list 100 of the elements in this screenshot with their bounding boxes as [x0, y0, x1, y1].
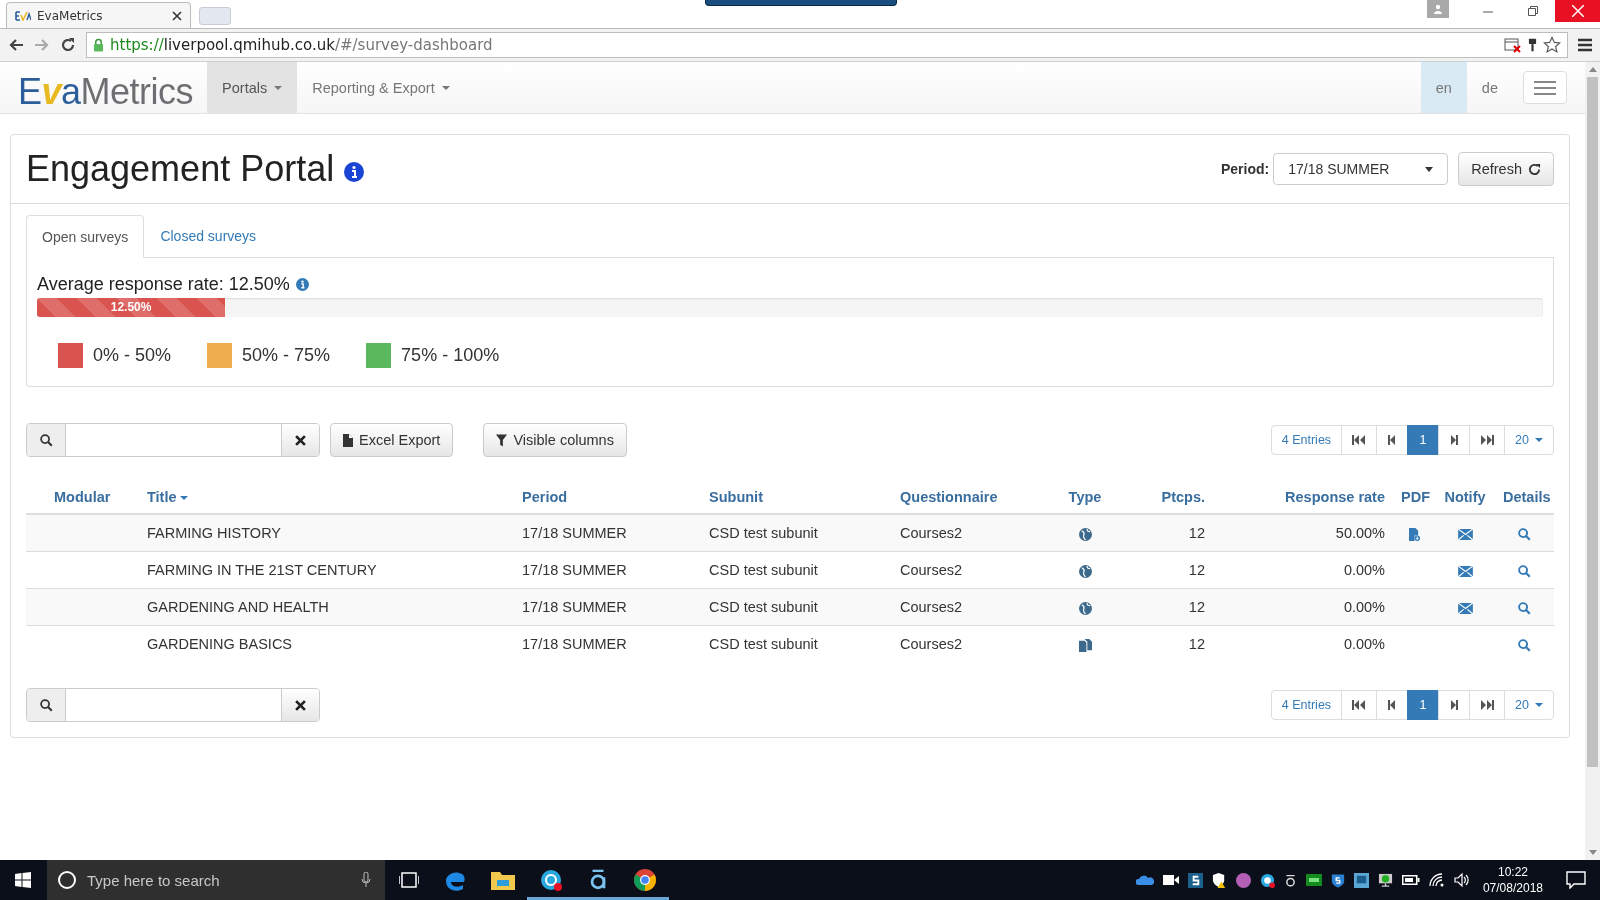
- menu-button[interactable]: [1523, 71, 1567, 104]
- shield-tray-icon[interactable]: [1330, 872, 1345, 888]
- column-header[interactable]: PDF: [1401, 489, 1430, 505]
- wifi-icon[interactable]: [1428, 873, 1445, 887]
- sort-caret-icon[interactable]: [179, 496, 188, 501]
- address-bar[interactable]: https://liverpool.qmihub.co.uk/#/survey-dashboard: [86, 32, 1568, 58]
- app-badge-icon[interactable]: [1305, 874, 1322, 886]
- clock-date[interactable]: 07/08/2018: [1482, 880, 1543, 896]
- pdf-download-icon[interactable]: [1408, 527, 1420, 541]
- search-icon[interactable]: [1518, 564, 1531, 578]
- taskbar-search-field[interactable]: Type here to search: [47, 860, 385, 900]
- notifications-icon[interactable]: [1566, 871, 1586, 889]
- column-header[interactable]: Questionnaire: [900, 489, 998, 505]
- table-cell: 50.00%: [1335, 525, 1385, 541]
- volume-icon[interactable]: [1453, 873, 1470, 887]
- cloud-icon[interactable]: [1135, 875, 1154, 885]
- table-cell: GARDENING BASICS: [147, 636, 293, 652]
- column-header[interactable]: Subunit: [709, 489, 763, 505]
- table-cell: CSD test subunit: [709, 599, 818, 615]
- close-button[interactable]: [1555, 0, 1600, 22]
- survey-tab[interactable]: Closed surveys: [144, 215, 273, 257]
- close-tab-icon[interactable]: [172, 10, 182, 21]
- camera-icon[interactable]: [1162, 875, 1179, 885]
- refresh-button[interactable]: Refresh: [1458, 152, 1554, 186]
- network-status-icon[interactable]: [1377, 872, 1393, 888]
- logo[interactable]: EvaMetrics: [0, 62, 208, 113]
- avatar-icon[interactable]: [1235, 872, 1251, 888]
- menu-icon[interactable]: [1578, 38, 1592, 52]
- search-icon[interactable]: [1518, 527, 1531, 541]
- first-page-icon: [1352, 435, 1367, 445]
- column-header[interactable]: Details: [1503, 489, 1551, 505]
- refresh-icon: [1528, 162, 1541, 176]
- first-page-button[interactable]: [1341, 690, 1378, 720]
- clear-button[interactable]: [281, 689, 319, 721]
- excel-export-button[interactable]: Excel Export: [330, 423, 454, 457]
- scroll-down-icon[interactable]: [1588, 850, 1597, 855]
- nav-menu[interactable]: Portals: [207, 62, 298, 113]
- windows-start-icon[interactable]: [15, 872, 31, 888]
- page-button[interactable]: 1: [1407, 425, 1440, 455]
- page-size-dropdown[interactable]: 20: [1504, 425, 1554, 455]
- column-header[interactable]: Title: [147, 489, 177, 505]
- menu-icon: [1534, 80, 1556, 95]
- microphone-icon[interactable]: [361, 872, 371, 888]
- previous-page-button[interactable]: [1376, 425, 1409, 455]
- last-page-button[interactable]: [1469, 690, 1506, 720]
- column-header[interactable]: Period: [522, 489, 568, 505]
- column-header[interactable]: Ptcps.: [1161, 489, 1205, 505]
- shield-warning-icon[interactable]: [1211, 872, 1227, 888]
- survey-tab[interactable]: Open surveys: [26, 215, 145, 258]
- chrome-icon[interactable]: [633, 868, 657, 892]
- envelope-icon[interactable]: [1457, 528, 1473, 540]
- browser-tab[interactable]: EvaMetrics: [6, 2, 191, 28]
- search-icon[interactable]: [1518, 601, 1531, 615]
- column-header[interactable]: Type: [1068, 489, 1102, 505]
- info-icon[interactable]: [295, 278, 309, 291]
- key-icon[interactable]: [1528, 37, 1537, 53]
- app-tray-icon[interactable]: [1187, 872, 1203, 888]
- first-page-button[interactable]: [1341, 425, 1378, 455]
- clock-time[interactable]: 10:22: [1497, 864, 1528, 880]
- search-icon[interactable]: [1518, 638, 1531, 652]
- visible-columns-button[interactable]: Visible columns: [483, 423, 627, 457]
- language-link[interactable]: en: [1420, 62, 1467, 113]
- next-page-button[interactable]: [1438, 690, 1471, 720]
- back-icon[interactable]: [8, 37, 24, 53]
- column-header[interactable]: Response rate: [1285, 489, 1385, 505]
- skype-icon[interactable]: [539, 868, 563, 892]
- nav-menu[interactable]: Reporting & Export: [297, 62, 465, 113]
- envelope-icon[interactable]: [1457, 565, 1473, 577]
- app-tray-icon[interactable]: [1283, 872, 1297, 888]
- reload-icon[interactable]: [60, 37, 76, 53]
- last-page-button[interactable]: [1469, 425, 1506, 455]
- monitor-tray-icon[interactable]: [1353, 872, 1369, 888]
- table-cell: 0.00%: [1343, 636, 1385, 652]
- battery-icon[interactable]: [1401, 875, 1420, 885]
- info-icon[interactable]: [344, 162, 365, 182]
- close-icon: [1571, 5, 1584, 17]
- page-button[interactable]: 1: [1407, 690, 1440, 720]
- task-view-icon[interactable]: [399, 872, 419, 888]
- previous-page-button[interactable]: [1376, 690, 1409, 720]
- folder-icon[interactable]: [491, 870, 515, 890]
- star-icon[interactable]: [1543, 36, 1561, 54]
- page-size-dropdown[interactable]: 20: [1504, 690, 1554, 720]
- clear-button[interactable]: [281, 424, 319, 456]
- scrollbar[interactable]: [1585, 62, 1600, 860]
- column-header[interactable]: Modular: [54, 489, 111, 505]
- skype-tray-icon[interactable]: [1259, 872, 1275, 888]
- scroll-up-icon[interactable]: [1588, 67, 1597, 72]
- last-page-icon: [1480, 700, 1495, 710]
- table-cell: CSD test subunit: [709, 636, 818, 652]
- search-field[interactable]: [26, 688, 320, 722]
- column-header[interactable]: Notify: [1444, 489, 1486, 505]
- search-field[interactable]: [26, 423, 320, 457]
- next-page-button[interactable]: [1438, 425, 1471, 455]
- tab-title: EvaMetrics: [37, 8, 104, 23]
- cortana-icon: [57, 870, 77, 890]
- period-select[interactable]: 17/18 SUMMER: [1273, 153, 1449, 185]
- popup-blocked-icon[interactable]: [1504, 37, 1522, 53]
- envelope-icon[interactable]: [1457, 602, 1473, 614]
- legend-label: 0% - 50%: [93, 345, 172, 366]
- language-link[interactable]: de: [1466, 62, 1513, 113]
